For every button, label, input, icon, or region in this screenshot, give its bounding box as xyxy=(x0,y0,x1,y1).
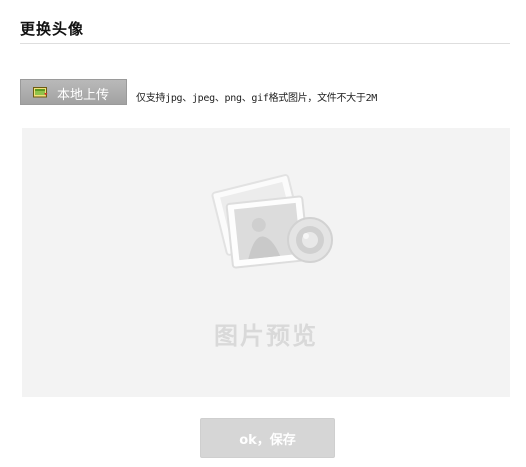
title-divider xyxy=(20,43,510,44)
upload-button-label: 本地上传 xyxy=(57,88,110,103)
upload-folder-icon xyxy=(33,87,48,98)
avatar-preview-area: 图片预览 xyxy=(22,128,510,397)
photo-camera-icon xyxy=(211,174,333,269)
upload-format-hint: 仅支持jpg、jpeg、png、gif格式图片，文件不大于2M xyxy=(136,93,378,104)
local-upload-button[interactable]: 本地上传 xyxy=(20,79,127,105)
change-avatar-panel: 更换头像 本地上传 仅支持jpg、jpeg、png、gif格式图片，文件不大于2… xyxy=(0,0,526,467)
save-button[interactable]: ok，保存 xyxy=(200,418,335,458)
preview-label: 图片预览 xyxy=(214,322,318,350)
page-title: 更换头像 xyxy=(20,20,85,38)
